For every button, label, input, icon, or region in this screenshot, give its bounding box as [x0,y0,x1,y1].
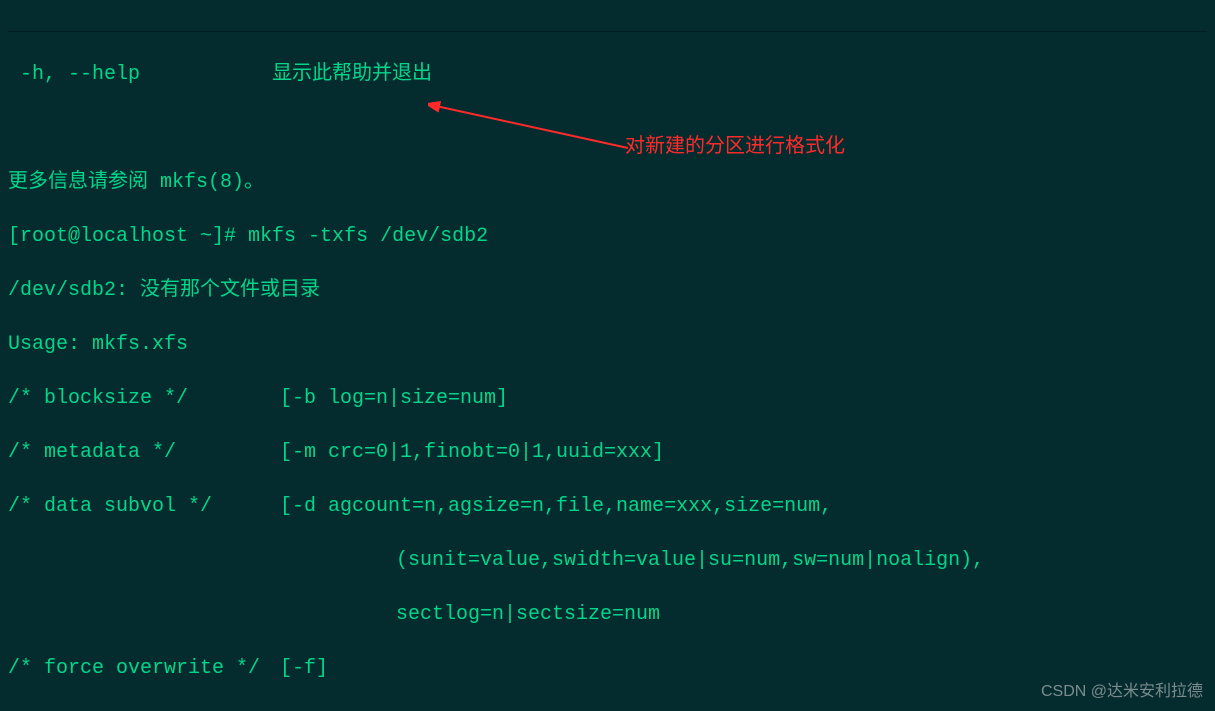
opt-force-label: /* force overwrite */ [8,655,280,682]
opt-metadata-label: /* metadata */ [8,439,280,466]
prompt-line[interactable]: [root@localhost ~]# mkfs -txfs /dev/sdb2 [8,223,1207,250]
usage-line: Usage: mkfs.xfs [8,331,1207,358]
annotation-text: 对新建的分区进行格式化 [625,133,845,160]
opt-data-args-3: sectlog=n|sectsize=num [348,603,660,626]
more-info-line: 更多信息请参阅 mkfs(8)。 [8,169,1207,196]
opt-force-args: [-f] [280,657,328,680]
shell-command: mkfs -txfs /dev/sdb2 [248,225,488,248]
opt-data-args-1: [-d agcount=n,agsize=n,file,name=xxx,siz… [280,495,832,518]
opt-metadata-args: [-m crc=0|1,finobt=0|1,uuid=xxx] [280,441,664,464]
help-flag: -h, --help [8,63,140,86]
watermark-text: CSDN @达米安利拉德 [1041,678,1203,705]
error-line: /dev/sdb2: 没有那个文件或目录 [8,277,1207,304]
opt-data-label: /* data subvol */ [8,493,280,520]
terminal-output: -h, --help 显示此帮助并退出 更多信息请参阅 mkfs(8)。 [ro… [0,0,1215,711]
opt-data-args-2: (sunit=value,swidth=value|su=num,sw=num|… [348,549,984,572]
opt-blocksize-args: [-b log=n|size=num] [280,387,508,410]
help-desc: 显示此帮助并退出 [272,63,432,86]
blank-line [8,115,1207,142]
opt-blocksize-label: /* blocksize */ [8,385,280,412]
shell-prompt: [root@localhost ~]# [8,225,248,248]
